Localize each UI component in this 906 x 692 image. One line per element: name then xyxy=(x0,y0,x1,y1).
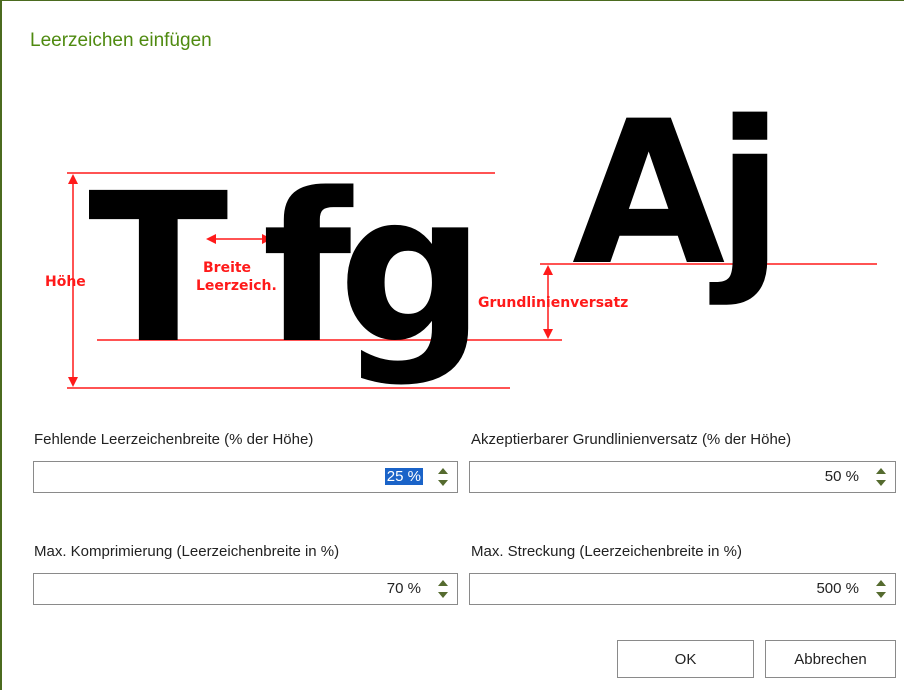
height-label: Höhe xyxy=(45,274,86,290)
max-stretch-input[interactable]: 500 % xyxy=(469,573,896,605)
max-compression-spinner-icon[interactable] xyxy=(437,578,449,600)
missing-space-width-label: Fehlende Leerzeichenbreite (% der Höhe) xyxy=(34,431,314,448)
max-stretch-spinner-icon[interactable] xyxy=(875,578,887,600)
spacing-diagram: T f g A j Höhe Breite Leerzeich. Grundli… xyxy=(45,78,877,389)
space-width-label-line1: Breite xyxy=(203,260,251,276)
height-arrow-top xyxy=(68,174,78,184)
baseline-offset-label: Grundlinienversatz xyxy=(478,295,628,311)
missing-space-width-spinner-icon[interactable] xyxy=(437,466,449,488)
baseline-offset-value[interactable]: 50 % xyxy=(823,468,861,485)
ok-button[interactable]: OK xyxy=(617,640,754,678)
offset-arrow-top xyxy=(543,265,553,275)
glyph-j: j xyxy=(709,78,784,309)
missing-space-width-input[interactable]: 25 % xyxy=(33,461,458,493)
space-width-label-line2: Leerzeich. xyxy=(196,278,277,294)
max-stretch-label: Max. Streckung (Leerzeichenbreite in %) xyxy=(471,543,742,560)
max-stretch-value[interactable]: 500 % xyxy=(814,580,861,597)
baseline-offset-input[interactable]: 50 % xyxy=(469,461,896,493)
max-compression-input[interactable]: 70 % xyxy=(33,573,458,605)
baseline-offset-field-label: Akzeptierbarer Grundlinienversatz (% der… xyxy=(471,431,792,448)
glyph-g: g xyxy=(338,149,485,389)
max-compression-label: Max. Komprimierung (Leerzeichenbreite in… xyxy=(34,543,340,560)
missing-space-width-value[interactable]: 25 % xyxy=(384,468,423,485)
height-arrow-bottom xyxy=(68,377,78,387)
max-compression-value[interactable]: 70 % xyxy=(385,580,423,597)
glyph-A: A xyxy=(572,78,725,309)
cancel-button[interactable]: Abbrechen xyxy=(765,640,896,678)
offset-arrow-bottom xyxy=(543,329,553,339)
baseline-offset-spinner-icon[interactable] xyxy=(875,466,887,488)
